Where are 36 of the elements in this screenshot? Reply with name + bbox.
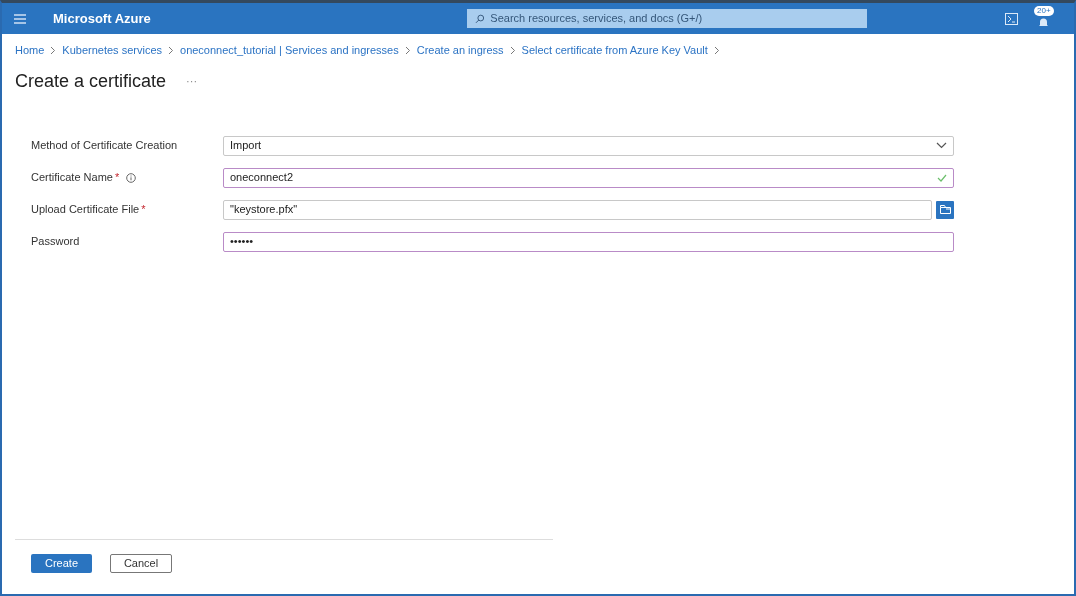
input-field[interactable]: oneconnect2: [223, 167, 954, 188]
chevron-down-icon: [936, 142, 947, 149]
password-field[interactable]: ••••••: [223, 231, 954, 252]
search-icon: [474, 13, 485, 24]
required-mark: *: [141, 202, 146, 218]
notification-badge: 20+: [1034, 5, 1054, 16]
chevron-icon: [713, 45, 720, 55]
field-label: Certificate Name: [31, 170, 113, 186]
browse-button[interactable]: [936, 200, 954, 219]
dropdown-field[interactable]: Import: [223, 135, 954, 156]
chevron-icon: [509, 45, 516, 55]
folder-icon: [939, 205, 951, 214]
chevron-icon: [50, 45, 57, 55]
menu-icon[interactable]: [14, 13, 26, 24]
required-mark: *: [114, 170, 120, 186]
more-button[interactable]: ···: [186, 72, 198, 90]
bell-icon[interactable]: [1038, 16, 1049, 28]
search-input[interactable]: Search resources, services, and docs (G+/): [490, 10, 859, 27]
field-label: Method of Certificate Creation: [31, 138, 178, 154]
chevron-icon: [168, 45, 174, 55]
breadcrumb-link[interactable]: Select certificate from Azure Key Vault: [521, 42, 708, 59]
info-icon[interactable]: [126, 172, 137, 183]
action-button[interactable]: Create: [31, 554, 92, 573]
breadcrumb-link[interactable]: Kubernetes services: [62, 42, 162, 59]
field-label: Upload Certificate File: [31, 202, 140, 218]
file-field[interactable]: "keystore.pfx": [223, 199, 932, 220]
app-title[interactable]: Microsoft Azure: [53, 8, 151, 29]
chevron-icon: [404, 45, 411, 55]
field-label: Password: [31, 234, 80, 250]
breadcrumb-link[interactable]: Home: [15, 42, 45, 59]
search-field[interactable]: Search resources, services, and docs (G+/): [466, 9, 867, 28]
page-title: Create a certificate: [15, 69, 167, 93]
breadcrumb-link[interactable]: Create an ingress: [416, 42, 504, 59]
action-button[interactable]: Cancel: [110, 554, 172, 573]
breadcrumb-link[interactable]: oneconnect_tutorial | Services and ingresses: [180, 42, 399, 59]
terminal-icon[interactable]: [1005, 12, 1018, 25]
